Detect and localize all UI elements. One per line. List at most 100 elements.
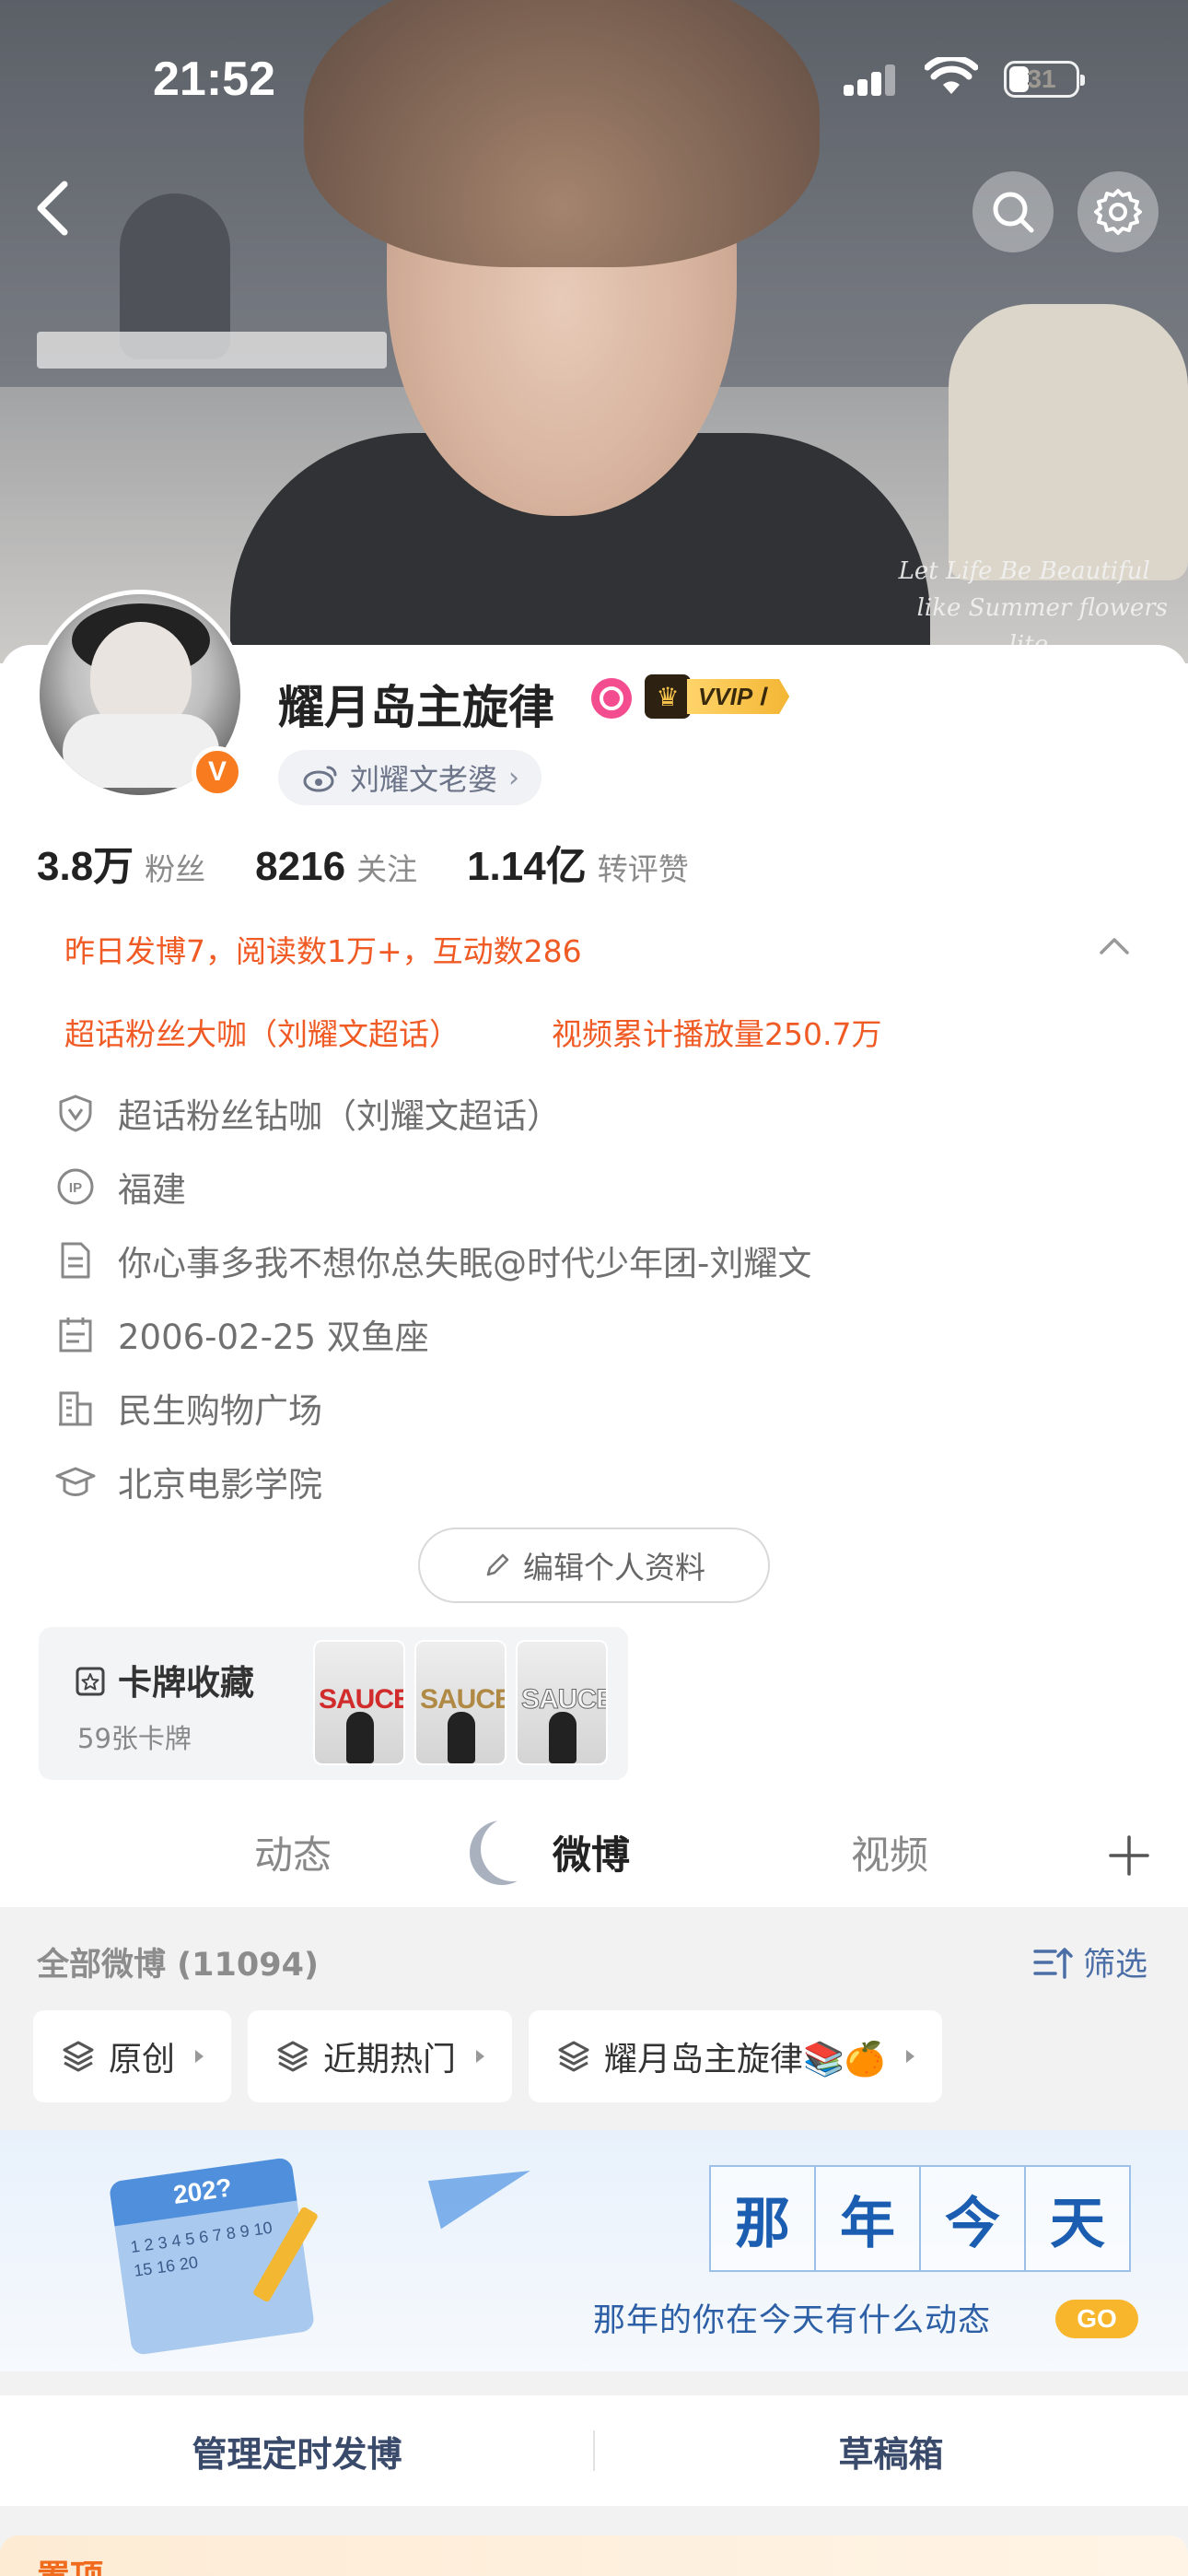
- search-icon: [993, 192, 1034, 233]
- status-bar: 21:52 31: [0, 0, 1188, 157]
- school-cap-icon: [55, 1467, 96, 1496]
- filter-icon: [1033, 1947, 1073, 1979]
- settings-button[interactable]: [1077, 171, 1159, 252]
- stat-label: 转评赞: [597, 851, 689, 887]
- card-thumb-word: SAUCE: [420, 1684, 507, 1715]
- stat-following[interactable]: 8216 关注: [255, 844, 417, 890]
- moon-decoration-icon: [481, 1817, 545, 1881]
- card-collection-title: 卡牌收藏: [72, 1655, 254, 1704]
- info-text: 福建: [118, 1170, 186, 1210]
- stat-label: 关注: [356, 851, 418, 887]
- stat-likes[interactable]: 1.14亿 转评赞: [467, 833, 689, 892]
- verified-badge-icon: V: [192, 746, 243, 798]
- scheduled-posts-button[interactable]: 管理定时发博: [0, 2395, 594, 2506]
- title-char: 今: [919, 2165, 1026, 2272]
- go-button[interactable]: GO: [1055, 2300, 1138, 2338]
- chip-label: 近期热门: [323, 2041, 457, 2078]
- filter-button[interactable]: 筛选: [1033, 1938, 1147, 1985]
- card-thumb-word: SAUCE: [521, 1684, 608, 1715]
- vip-label: VVIP Ⅰ: [687, 679, 790, 714]
- tab-dynamics[interactable]: 动态: [254, 1824, 332, 1880]
- chip-label: 耀月岛主旋律📚🍊: [604, 2041, 886, 2078]
- card-thumb-word: SAUCE: [319, 1684, 405, 1715]
- card-thumb: SAUCE: [313, 1640, 405, 1765]
- stats-row: 3.8万 粉丝 8216 关注 1.14亿 转评赞: [37, 833, 739, 892]
- all-weibo-count: 全部微博 (11094): [37, 1947, 319, 1984]
- vip-badge[interactable]: ♛ VVIP Ⅰ: [645, 674, 790, 719]
- title-char: 年: [814, 2165, 921, 2272]
- cover-script-line: Let Life Be Beautiful: [898, 557, 1150, 585]
- pinned-label: 置顶: [37, 2550, 103, 2576]
- chip-recent-hot[interactable]: 近期热门: [248, 2010, 513, 2102]
- card-collection[interactable]: 卡牌收藏 59张卡牌 SAUCE SAUCE SAUCE: [39, 1627, 628, 1780]
- highlight-row: 超话粉丝大咖（刘耀文超话） 视频累计播放量250.7万: [64, 1010, 881, 1054]
- card-star-icon: [76, 1667, 105, 1696]
- card-thumb: SAUCE: [516, 1640, 608, 1765]
- drafts-button[interactable]: 草稿箱: [594, 2395, 1188, 2506]
- yesterday-summary: 昨日发博7，阅读数1万+，互动数286: [64, 933, 582, 969]
- cover-script-line: like Summer flowers: [916, 594, 1168, 622]
- back-arrow-icon[interactable]: [20, 171, 85, 245]
- info-row-school: 北京电影学院: [55, 1445, 1068, 1518]
- pinned-section: 置顶: [0, 2535, 1188, 2576]
- card-collection-label: 卡牌收藏: [118, 1663, 254, 1703]
- info-row-super-fan[interactable]: 超话粉丝钻咖（刘耀文超话）: [55, 1076, 1068, 1150]
- filter-label: 筛选: [1082, 1947, 1147, 1984]
- gear-icon: [1094, 189, 1142, 235]
- ip-location-icon: IP: [57, 1168, 94, 1205]
- info-text: 北京电影学院: [118, 1465, 322, 1505]
- title-char: 天: [1024, 2165, 1131, 2272]
- highlight-super-fan[interactable]: 超话粉丝大咖（刘耀文超话）: [64, 1010, 460, 1054]
- paper-plane-illustration: [427, 2154, 540, 2230]
- layers-icon: [63, 2041, 94, 2072]
- card-count: 59张卡牌: [77, 1723, 192, 1754]
- info-row-bio: 你心事多我不想你总失眠@时代少年团-刘耀文: [55, 1224, 1068, 1297]
- chip-custom-group[interactable]: 耀月岛主旋律📚🍊: [529, 2010, 942, 2102]
- status-time: 21:52: [153, 53, 275, 106]
- caret-right-icon: [476, 2050, 485, 2063]
- info-text: 2006-02-25 双鱼座: [118, 1317, 429, 1357]
- info-text: 你心事多我不想你总失眠@时代少年团-刘耀文: [118, 1244, 812, 1283]
- stat-number: 3.8万: [37, 844, 134, 889]
- tab-video[interactable]: 视频: [851, 1824, 928, 1880]
- profile-info-list: 超话粉丝钻咖（刘耀文超话） IP 福建 你心事多我不想你总失眠@时代少年团-刘耀…: [55, 1076, 1068, 1518]
- pencil-icon: [486, 1553, 509, 1576]
- highlight-video-plays[interactable]: 视频累计播放量250.7万: [552, 1010, 881, 1054]
- stat-number: 8216: [255, 844, 346, 889]
- stat-label: 粉丝: [145, 851, 206, 887]
- company-building-icon: [59, 1391, 92, 1426]
- banner-caption: 那年的你在今天有什么动态: [593, 2302, 992, 2339]
- info-text: 超话粉丝钻咖（刘耀文超话）: [118, 1096, 561, 1136]
- search-button[interactable]: [973, 171, 1054, 252]
- weibo-eye-icon: [303, 766, 337, 792]
- layers-icon: [558, 2041, 589, 2072]
- chip-label: 原创: [109, 2041, 176, 2078]
- tab-weibo[interactable]: 微博: [553, 1824, 630, 1880]
- stat-number: 1.14亿: [467, 844, 587, 889]
- super-topic-icon[interactable]: [591, 678, 632, 719]
- edit-profile-label: 编辑个人资料: [523, 1550, 705, 1586]
- wifi-icon: [925, 57, 978, 94]
- super-topic-tag[interactable]: 刘耀文老婆 ›: [278, 750, 542, 805]
- profile-tabs: 动态 微博 视频: [0, 1797, 1188, 1907]
- on-this-day-title: 那 年 今 天: [709, 2165, 1131, 2272]
- on-this-day-banner[interactable]: 202? 1 2 3 4 5 6 7 8 9 10 15 16 20 那 年 今…: [0, 2130, 1188, 2371]
- info-text: 民生购物广场: [118, 1391, 322, 1431]
- title-char: 那: [709, 2165, 816, 2272]
- svg-text:IP: IP: [69, 1180, 82, 1196]
- battery-level: 31: [1027, 64, 1056, 93]
- stat-followers[interactable]: 3.8万 粉丝: [37, 833, 205, 892]
- edit-profile-button[interactable]: 编辑个人资料: [418, 1528, 770, 1603]
- plus-icon[interactable]: [1107, 1833, 1151, 1878]
- info-row-birthday: 2006-02-25 双鱼座: [55, 1297, 1068, 1371]
- feed-filter-chips: 原创 近期热门 耀月岛主旋律📚🍊: [33, 2010, 942, 2102]
- chip-original[interactable]: 原创: [33, 2010, 232, 2102]
- info-row-ip-location: IP 福建: [55, 1150, 1068, 1224]
- card-thumb: SAUCE: [414, 1640, 507, 1765]
- birthday-calendar-icon: [59, 1317, 92, 1352]
- shield-v-icon: [59, 1095, 92, 1132]
- crown-icon: ♛: [645, 674, 691, 719]
- manage-bar: 管理定时发博 草稿箱: [0, 2395, 1188, 2506]
- battery-icon: 31: [1004, 61, 1085, 98]
- chevron-up-icon[interactable]: [1096, 932, 1133, 960]
